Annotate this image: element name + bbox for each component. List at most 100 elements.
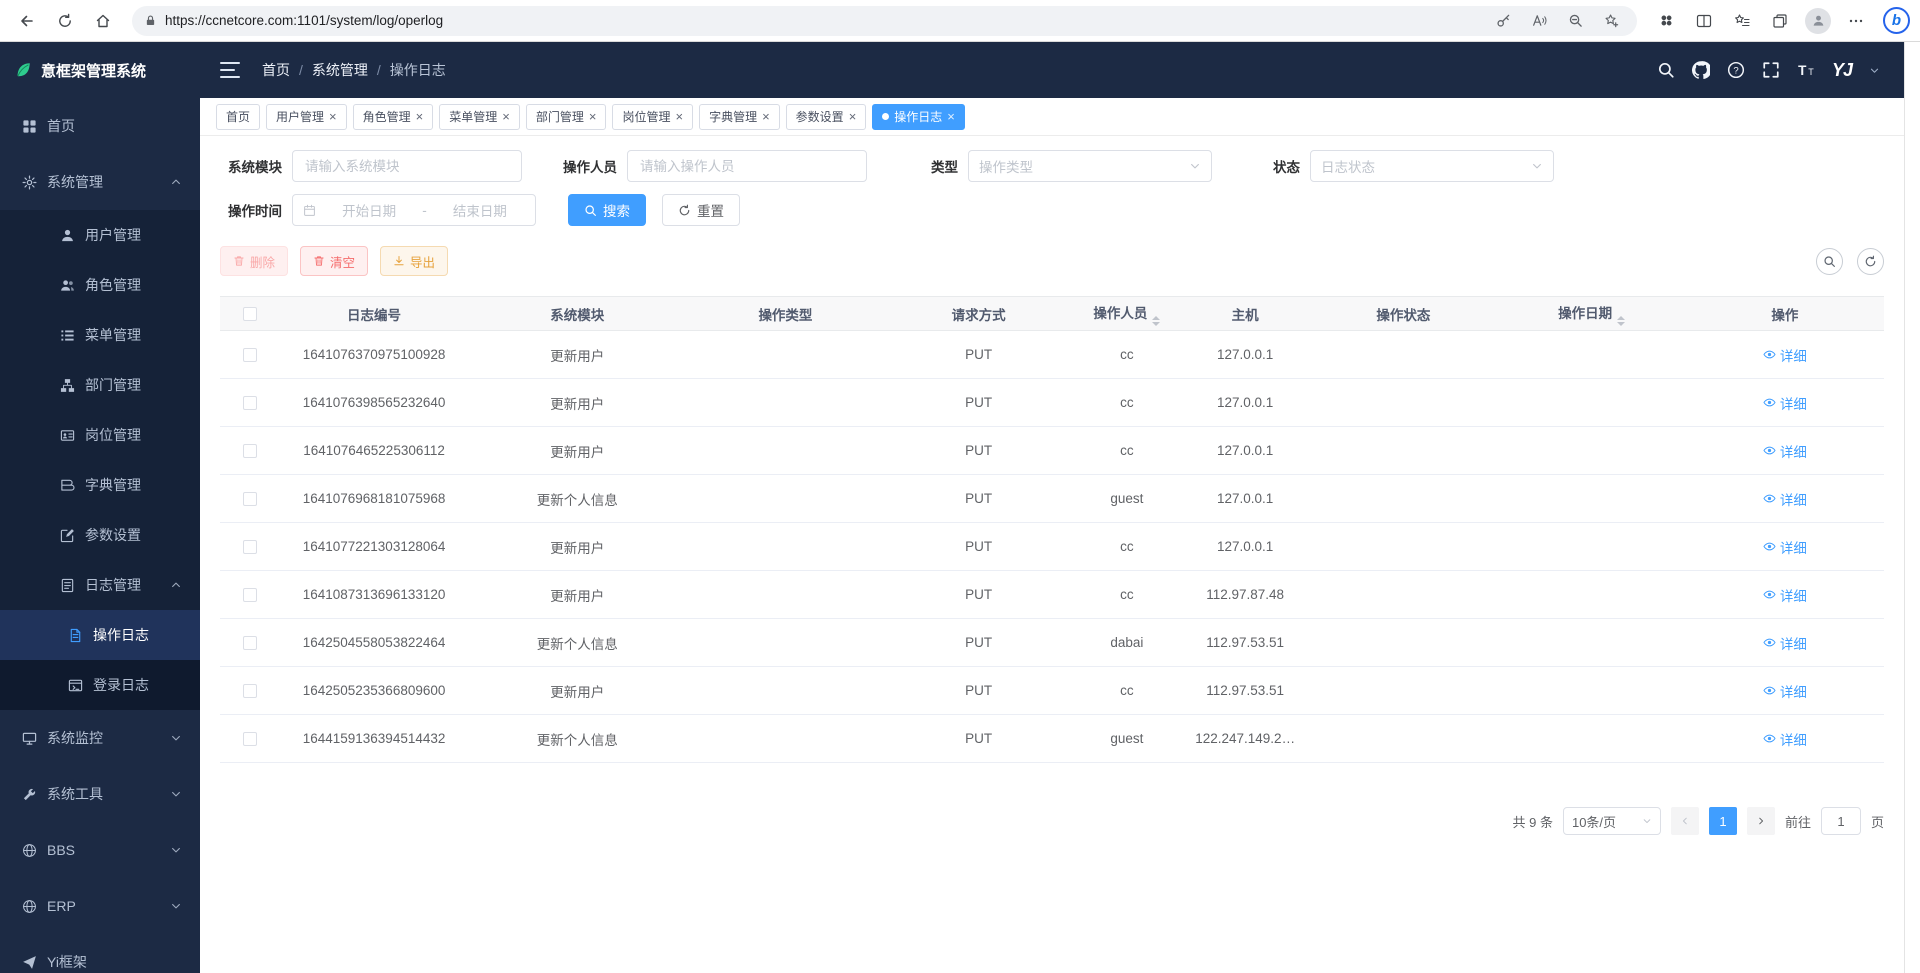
- row-checkbox[interactable]: [243, 588, 257, 602]
- row-checkbox[interactable]: [243, 492, 257, 506]
- row-checkbox[interactable]: [243, 444, 257, 458]
- detail-link[interactable]: 详细: [1763, 393, 1807, 413]
- sidebar-toggle-button[interactable]: [220, 62, 240, 78]
- row-checkbox[interactable]: [243, 396, 257, 410]
- extensions-button[interactable]: [1649, 5, 1683, 37]
- tab-close-icon[interactable]: ×: [329, 110, 337, 123]
- app-logo[interactable]: 意框架管理系统: [0, 42, 200, 98]
- sidebar-item-home[interactable]: 首页: [0, 98, 200, 154]
- tab-close-icon[interactable]: ×: [947, 110, 955, 123]
- tab-dict-mgmt[interactable]: 字典管理×: [699, 104, 780, 130]
- type-select[interactable]: 操作类型: [968, 150, 1212, 182]
- zoom-out-button[interactable]: [1561, 8, 1589, 34]
- sidebar-item-bbs[interactable]: BBS: [0, 822, 200, 878]
- tab-oper-log[interactable]: 操作日志×: [872, 104, 965, 130]
- tab-param-settings[interactable]: 参数设置×: [786, 104, 867, 130]
- detail-link[interactable]: 详细: [1763, 729, 1807, 749]
- sidebar-item-oper-log[interactable]: 操作日志: [0, 610, 200, 660]
- breadcrumb-item-system[interactable]: 系统管理: [312, 60, 368, 80]
- collections-button[interactable]: [1763, 5, 1797, 37]
- sidebar-item-param-settings[interactable]: 参数设置: [0, 510, 200, 560]
- date-range-input[interactable]: 开始日期 - 结束日期: [292, 194, 536, 226]
- read-aloud-button[interactable]: [1525, 8, 1553, 34]
- sidebar-item-dict-mgmt[interactable]: 字典管理: [0, 460, 200, 510]
- operator-input[interactable]: [627, 150, 867, 182]
- module-input[interactable]: [292, 150, 522, 182]
- sidebar-item-yi-framework[interactable]: Yi框架: [0, 934, 200, 973]
- row-checkbox[interactable]: [243, 636, 257, 650]
- sidebar-item-login-log[interactable]: 登录日志: [0, 660, 200, 710]
- detail-link[interactable]: 详细: [1763, 345, 1807, 365]
- add-favorite-button[interactable]: [1597, 8, 1625, 34]
- address-bar[interactable]: https://ccnetcore.com:1101/system/log/op…: [132, 6, 1637, 36]
- help-icon[interactable]: ?: [1727, 61, 1745, 79]
- tab-close-icon[interactable]: ×: [589, 110, 597, 123]
- prev-page-button[interactable]: [1671, 807, 1699, 835]
- detail-link[interactable]: 详细: [1763, 585, 1807, 605]
- export-button[interactable]: 导出: [380, 246, 448, 276]
- tab-dept-mgmt[interactable]: 部门管理×: [526, 104, 607, 130]
- page-number-button[interactable]: 1: [1709, 807, 1737, 835]
- status-select[interactable]: 日志状态: [1310, 150, 1554, 182]
- row-checkbox[interactable]: [243, 732, 257, 746]
- row-checkbox[interactable]: [243, 684, 257, 698]
- detail-link[interactable]: 详细: [1763, 633, 1807, 653]
- tab-post-mgmt[interactable]: 岗位管理×: [612, 104, 693, 130]
- url-text[interactable]: https://ccnetcore.com:1101/system/log/op…: [165, 13, 1481, 28]
- split-screen-button[interactable]: [1687, 5, 1721, 37]
- password-key-button[interactable]: [1489, 8, 1517, 34]
- sidebar-item-system-mgmt[interactable]: 系统管理: [0, 154, 200, 210]
- user-avatar[interactable]: YJ: [1832, 60, 1852, 81]
- sort-caret-icon[interactable]: [1152, 316, 1160, 326]
- sort-caret-icon[interactable]: [1617, 316, 1625, 326]
- select-all-checkbox[interactable]: [243, 307, 257, 321]
- breadcrumb-item-home[interactable]: 首页: [262, 60, 290, 80]
- tab-home[interactable]: 首页: [216, 104, 260, 130]
- tab-close-icon[interactable]: ×: [762, 110, 770, 123]
- sidebar-item-system-monitor[interactable]: 系统监控: [0, 710, 200, 766]
- sidebar-item-dept-mgmt[interactable]: 部门管理: [0, 360, 200, 410]
- detail-link[interactable]: 详细: [1763, 441, 1807, 461]
- detail-link[interactable]: 详细: [1763, 681, 1807, 701]
- browser-profile-button[interactable]: [1801, 5, 1835, 37]
- sidebar-item-post-mgmt[interactable]: 岗位管理: [0, 410, 200, 460]
- search-button[interactable]: 搜索: [568, 194, 646, 226]
- refresh-table-button[interactable]: [1857, 248, 1884, 275]
- toggle-search-button[interactable]: [1816, 248, 1843, 275]
- sidebar-item-log-mgmt[interactable]: 日志管理: [0, 560, 200, 610]
- detail-link[interactable]: 详细: [1763, 489, 1807, 509]
- font-size-icon[interactable]: TT: [1797, 61, 1815, 79]
- tab-close-icon[interactable]: ×: [675, 110, 683, 123]
- sidebar-item-menu-mgmt[interactable]: 菜单管理: [0, 310, 200, 360]
- browser-back-button[interactable]: [10, 5, 44, 37]
- column-header[interactable]: 操作日期: [1498, 297, 1686, 331]
- tab-menu-mgmt[interactable]: 菜单管理×: [439, 104, 520, 130]
- reset-button[interactable]: 重置: [662, 194, 740, 226]
- favorites-button[interactable]: [1725, 5, 1759, 37]
- sidebar-item-system-tools[interactable]: 系统工具: [0, 766, 200, 822]
- browser-menu-button[interactable]: [1839, 5, 1873, 37]
- end-date-placeholder[interactable]: 结束日期: [435, 200, 525, 220]
- page-size-select[interactable]: 10条/页: [1563, 807, 1661, 835]
- next-page-button[interactable]: [1747, 807, 1775, 835]
- start-date-placeholder[interactable]: 开始日期: [324, 200, 414, 220]
- sidebar-item-role-mgmt[interactable]: 角色管理: [0, 260, 200, 310]
- tab-close-icon[interactable]: ×: [416, 110, 424, 123]
- bing-discover-button[interactable]: b: [1883, 7, 1910, 34]
- header-search-icon[interactable]: [1657, 61, 1675, 79]
- delete-button[interactable]: 删除: [220, 246, 288, 276]
- github-icon[interactable]: [1692, 61, 1710, 79]
- chevron-down-icon[interactable]: [1869, 65, 1880, 76]
- goto-page-input[interactable]: [1821, 807, 1861, 835]
- sidebar-item-erp[interactable]: ERP: [0, 878, 200, 934]
- browser-home-button[interactable]: [86, 5, 120, 37]
- tab-role-mgmt[interactable]: 角色管理×: [353, 104, 434, 130]
- row-checkbox[interactable]: [243, 540, 257, 554]
- column-header[interactable]: 操作人员: [1073, 297, 1181, 331]
- browser-refresh-button[interactable]: [48, 5, 82, 37]
- sidebar-item-user-mgmt[interactable]: 用户管理: [0, 210, 200, 260]
- tab-user-mgmt[interactable]: 用户管理×: [266, 104, 347, 130]
- row-checkbox[interactable]: [243, 348, 257, 362]
- fullscreen-icon[interactable]: [1762, 61, 1780, 79]
- tab-close-icon[interactable]: ×: [849, 110, 857, 123]
